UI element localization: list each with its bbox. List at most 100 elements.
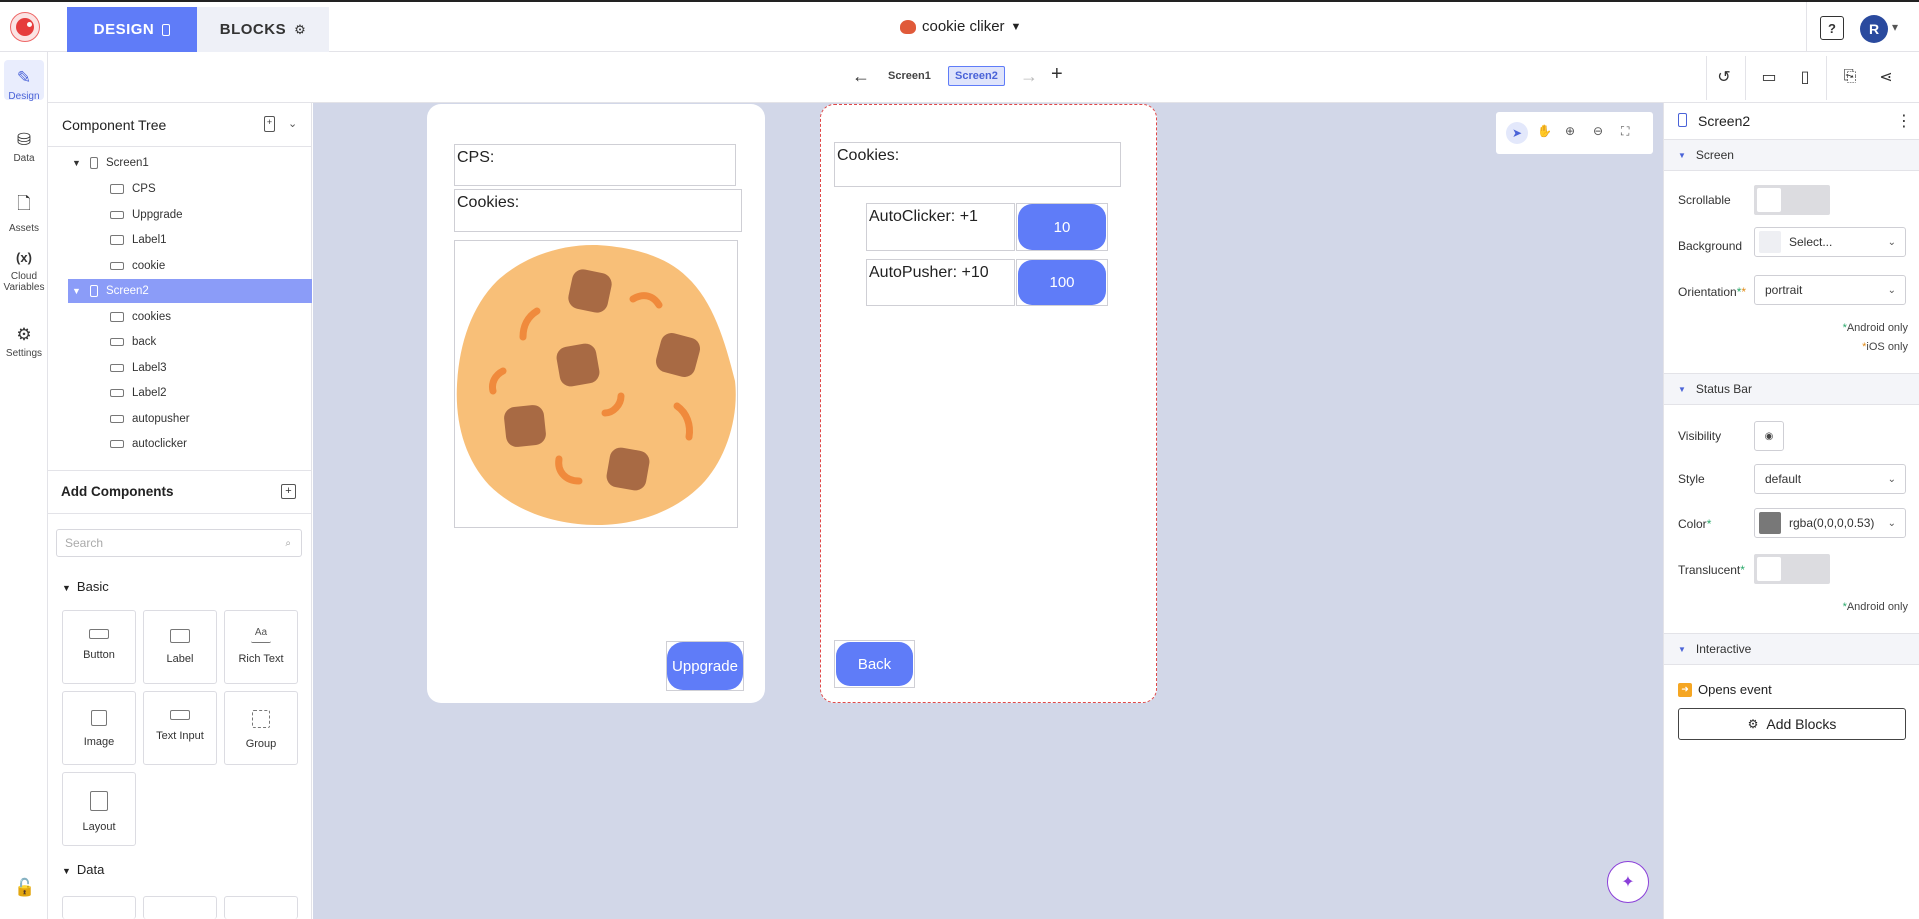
component-tile-group[interactable]: Group bbox=[224, 691, 298, 765]
component-tile-layout[interactable]: Layout bbox=[62, 772, 136, 846]
background-select[interactable]: Select... ⌄ bbox=[1754, 227, 1906, 257]
cookies-label[interactable]: Cookies: bbox=[834, 142, 1121, 187]
translucent-toggle[interactable] bbox=[1754, 554, 1830, 584]
component-tile-rich-text[interactable]: Aa Rich Text bbox=[224, 610, 298, 684]
search-placeholder: Search bbox=[65, 536, 104, 550]
user-avatar[interactable]: R bbox=[1860, 15, 1888, 43]
section-data[interactable]: ▼ Data bbox=[62, 862, 104, 877]
label-icon bbox=[110, 184, 124, 194]
component-tile-data[interactable] bbox=[224, 896, 298, 919]
visibility-toggle[interactable]: ◉ bbox=[1754, 421, 1784, 451]
device-preview-icon[interactable]: ▯ bbox=[1790, 62, 1820, 92]
upgrade-button[interactable]: Uppgrade bbox=[667, 642, 743, 690]
history-icon[interactable]: ↺ bbox=[1709, 62, 1739, 92]
translucent-label: Translucent* bbox=[1678, 563, 1745, 577]
component-tile-button[interactable]: Button bbox=[62, 610, 136, 684]
screen-chip-screen2[interactable]: Screen2 bbox=[948, 66, 1005, 86]
cookie-button[interactable] bbox=[454, 240, 738, 528]
add-screen-icon[interactable]: + bbox=[1051, 63, 1063, 86]
tree-item-cps[interactable]: CPS bbox=[48, 177, 312, 201]
tree-item-cookie[interactable]: cookie bbox=[48, 254, 312, 278]
component-tile-text-input[interactable]: Text Input bbox=[143, 691, 217, 765]
app-logo[interactable] bbox=[10, 12, 40, 42]
caret-down-icon[interactable]: ▼ bbox=[72, 286, 82, 296]
fit-screen-icon[interactable]: ⛶ bbox=[1621, 124, 1629, 139]
project-icon bbox=[900, 19, 916, 34]
component-search-input[interactable]: Search ⌕ bbox=[56, 529, 302, 557]
add-box-icon[interactable]: + bbox=[281, 484, 296, 499]
tree-item-label2[interactable]: Label2 bbox=[48, 381, 312, 405]
rail-item-label: Data bbox=[13, 153, 35, 164]
screen-chip-screen1[interactable]: Screen1 bbox=[882, 66, 937, 86]
screen2-preview[interactable]: Cookies: AutoClicker: +1 10 AutoPusher: … bbox=[820, 104, 1157, 703]
section-screen[interactable]: ▼ Screen bbox=[1664, 139, 1919, 171]
project-selector[interactable]: cookie cliker ▼ bbox=[900, 18, 1021, 35]
scrollable-toggle[interactable] bbox=[1754, 185, 1830, 215]
zoom-out-icon[interactable]: ⊖ bbox=[1593, 124, 1603, 138]
ai-assistant-button[interactable]: ✦ bbox=[1607, 861, 1649, 903]
tree-item-label3[interactable]: Label3 bbox=[48, 356, 312, 380]
back-button[interactable]: Back bbox=[836, 642, 913, 686]
arrow-left-icon[interactable]: ← bbox=[852, 66, 870, 87]
preview-icon[interactable]: ▭ bbox=[1754, 62, 1784, 92]
add-blocks-button[interactable]: ⚙ Add Blocks bbox=[1678, 708, 1906, 740]
rail-item-cloud-variables[interactable]: (x) Cloud Variables bbox=[0, 251, 48, 293]
chevron-down-icon[interactable]: ▾ bbox=[1892, 20, 1898, 34]
component-tile-data[interactable] bbox=[143, 896, 217, 919]
tree-item-uppgrade[interactable]: Uppgrade bbox=[48, 203, 312, 227]
section-label: Interactive bbox=[1695, 642, 1752, 656]
section-status-bar[interactable]: ▼ Status Bar bbox=[1664, 373, 1919, 405]
rail-item-assets[interactable]: 🗋 Assets bbox=[0, 191, 48, 234]
autopusher-label[interactable]: AutoPusher: +10 bbox=[866, 259, 1015, 306]
autoclicker-button[interactable]: 10 bbox=[1018, 204, 1106, 250]
tree-item-autopusher[interactable]: autopusher bbox=[48, 407, 312, 431]
divider bbox=[1806, 2, 1807, 54]
background-value: Select... bbox=[1789, 235, 1833, 249]
section-interactive[interactable]: ▼ Interactive bbox=[1664, 633, 1919, 665]
rail-item-design[interactable]: ✎ Design bbox=[0, 68, 48, 102]
tree-item-screen1[interactable]: ▼ Screen1 bbox=[48, 151, 312, 175]
tree-item-label1[interactable]: Label1 bbox=[48, 228, 312, 252]
tree-item-screen2[interactable]: ▼ Screen2 bbox=[68, 279, 312, 303]
tab-blocks[interactable]: BLOCKS ⚙ bbox=[197, 7, 329, 52]
screen1-preview[interactable]: CPS: Cookies: Uppgrade bbox=[427, 104, 765, 703]
rail-item-settings[interactable]: ⚙ Settings bbox=[0, 325, 48, 359]
section-basic[interactable]: ▼ Basic bbox=[62, 579, 109, 594]
autoclicker-label[interactable]: AutoClicker: +1 bbox=[866, 203, 1015, 251]
rail-item-data[interactable]: ⛁ Data bbox=[0, 130, 48, 164]
orientation-select[interactable]: portrait ⌄ bbox=[1754, 275, 1906, 305]
zoom-in-icon[interactable]: ⊕ bbox=[1565, 124, 1575, 138]
share-icon[interactable]: ⋖ bbox=[1871, 62, 1901, 92]
add-components-title: Add Components bbox=[61, 484, 174, 499]
section-data-label: Data bbox=[76, 862, 105, 877]
autopusher-button[interactable]: 100 bbox=[1018, 260, 1106, 305]
style-select[interactable]: default ⌄ bbox=[1754, 464, 1906, 494]
arrow-right-icon[interactable]: → bbox=[1020, 66, 1038, 87]
hand-icon[interactable]: ✋ bbox=[1537, 124, 1552, 138]
cookies-label[interactable]: Cookies: bbox=[454, 189, 742, 232]
canvas-toolbar: ➤ ✋ ⊕ ⊖ ⛶ bbox=[1496, 112, 1653, 154]
background-label: Background bbox=[1678, 239, 1743, 253]
color-select[interactable]: rgba(0,0,0,0.53) ⌄ bbox=[1754, 508, 1906, 538]
tree-item-back[interactable]: back bbox=[48, 330, 312, 354]
tree-item-cookies[interactable]: cookies bbox=[48, 305, 312, 329]
add-screen-icon[interactable]: + bbox=[264, 116, 275, 132]
component-tile-image[interactable]: Image bbox=[62, 691, 136, 765]
component-tile-label[interactable]: Label bbox=[143, 610, 217, 684]
pointer-icon[interactable]: ➤ bbox=[1506, 122, 1528, 144]
caret-down-icon: ▼ bbox=[1678, 150, 1686, 160]
help-button[interactable]: ? bbox=[1820, 16, 1844, 40]
tab-design[interactable]: DESIGN bbox=[67, 7, 197, 52]
style-label: Style bbox=[1678, 472, 1705, 486]
export-icon[interactable]: ⎘ bbox=[1835, 62, 1865, 92]
chevron-down-icon[interactable]: ⌄ bbox=[288, 117, 297, 130]
tree-item-autoclicker[interactable]: autoclicker bbox=[48, 432, 312, 456]
translucent-label-text: Translucent bbox=[1678, 563, 1741, 577]
component-tile-data[interactable] bbox=[62, 896, 136, 919]
cps-label[interactable]: CPS: bbox=[454, 144, 736, 186]
avatar-initial: R bbox=[1868, 21, 1880, 37]
ios-only-note: *iOS only bbox=[1814, 341, 1908, 353]
more-options-icon[interactable]: ⋮ bbox=[1896, 111, 1912, 131]
caret-down-icon[interactable]: ▼ bbox=[72, 158, 82, 168]
lock-icon[interactable]: 🔓 bbox=[14, 878, 35, 898]
